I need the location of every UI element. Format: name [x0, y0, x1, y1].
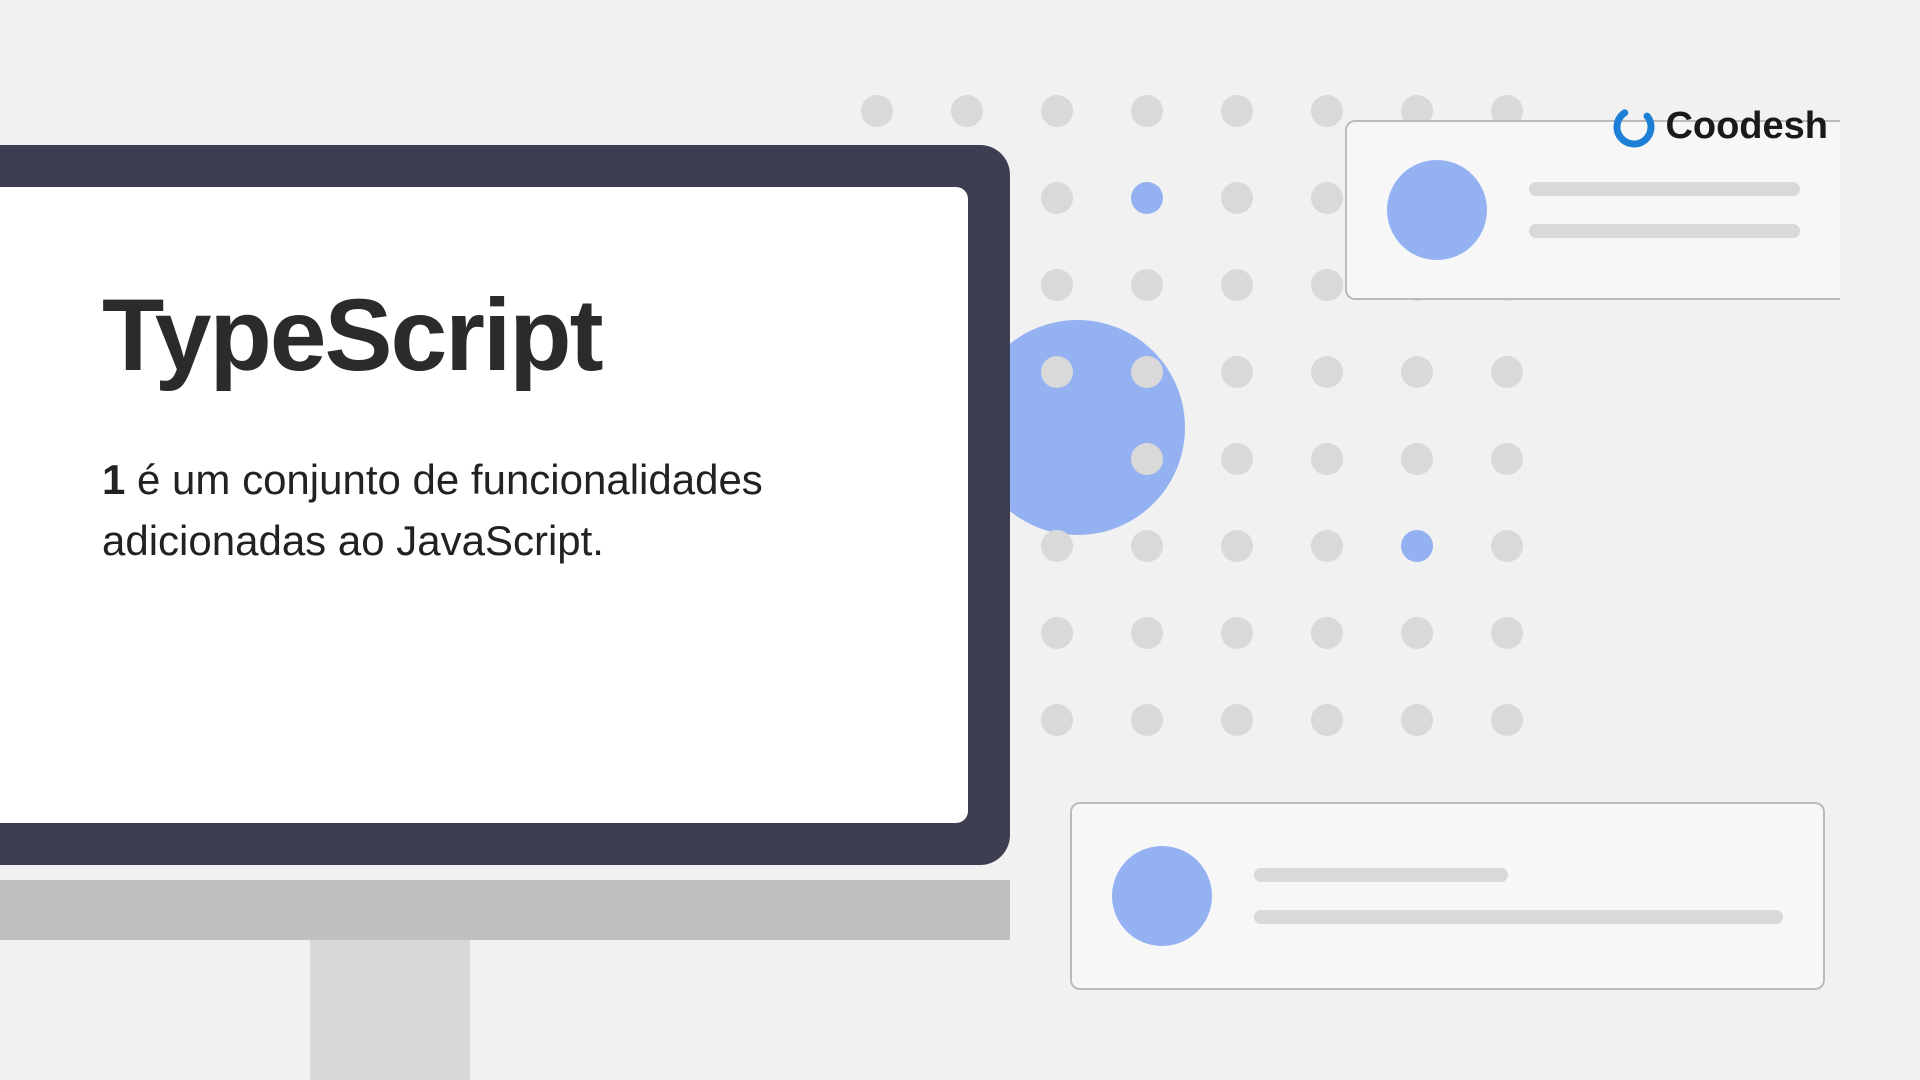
monitor-stand-base	[0, 880, 1010, 940]
grid-dot	[1131, 182, 1163, 214]
grid-dot	[1311, 443, 1343, 475]
grid-dot	[1041, 95, 1073, 127]
grid-dot	[1491, 704, 1523, 736]
grid-dot	[1041, 443, 1073, 475]
placeholder-line	[1529, 182, 1800, 196]
grid-dot	[1041, 617, 1073, 649]
definition-text: 1 é um conjunto de funcionalidades adici…	[102, 450, 908, 572]
grid-dot	[1401, 617, 1433, 649]
grid-dot	[1401, 530, 1433, 562]
grid-dot	[1131, 704, 1163, 736]
definition-body: é um conjunto de funcionalidades adicion…	[102, 456, 763, 564]
monitor-stand-neck	[310, 940, 470, 1080]
grid-dot	[1401, 704, 1433, 736]
grid-dot	[1221, 356, 1253, 388]
brand-name: Coodesh	[1665, 105, 1828, 148]
grid-dot	[861, 95, 893, 127]
avatar-placeholder	[1112, 846, 1212, 946]
grid-dot	[1131, 443, 1163, 475]
page-title: TypeScript	[102, 277, 908, 394]
grid-dot	[951, 95, 983, 127]
grid-dot	[1311, 269, 1343, 301]
grid-dot	[1131, 269, 1163, 301]
grid-dot	[1131, 530, 1163, 562]
grid-dot	[1131, 356, 1163, 388]
grid-dot	[1311, 95, 1343, 127]
grid-dot	[1491, 530, 1523, 562]
card-text-lines	[1254, 868, 1783, 924]
placeholder-line	[1529, 224, 1800, 238]
placeholder-line	[1254, 910, 1783, 924]
grid-dot	[1041, 182, 1073, 214]
grid-dot	[1311, 356, 1343, 388]
grid-dot	[1131, 617, 1163, 649]
grid-dot	[1401, 443, 1433, 475]
grid-dot	[1491, 443, 1523, 475]
grid-dot	[1221, 269, 1253, 301]
grid-dot	[1311, 530, 1343, 562]
grid-dot	[1221, 704, 1253, 736]
grid-dot	[1221, 182, 1253, 214]
monitor-screen: TypeScript 1 é um conjunto de funcionali…	[0, 187, 968, 823]
grid-dot	[1401, 356, 1433, 388]
placeholder-line	[1254, 868, 1508, 882]
grid-dot	[1491, 617, 1523, 649]
grid-dot	[1311, 182, 1343, 214]
grid-dot	[1221, 443, 1253, 475]
grid-dot	[1221, 95, 1253, 127]
grid-dot	[1041, 356, 1073, 388]
grid-dot	[1311, 617, 1343, 649]
grid-dot	[1311, 704, 1343, 736]
grid-dot	[1491, 356, 1523, 388]
card-text-lines	[1529, 182, 1800, 238]
grid-dot	[1131, 95, 1163, 127]
brand-logo: Coodesh	[1613, 105, 1828, 148]
monitor-frame: TypeScript 1 é um conjunto de funcionali…	[0, 145, 1010, 865]
grid-dot	[1221, 530, 1253, 562]
grid-dot	[1041, 530, 1073, 562]
grid-dot	[1041, 269, 1073, 301]
avatar-placeholder	[1387, 160, 1487, 260]
grid-dot	[1221, 617, 1253, 649]
grid-dot	[1041, 704, 1073, 736]
coodesh-logo-icon	[1613, 106, 1655, 148]
profile-card-bottom	[1070, 802, 1825, 990]
definition-number: 1	[102, 456, 125, 503]
